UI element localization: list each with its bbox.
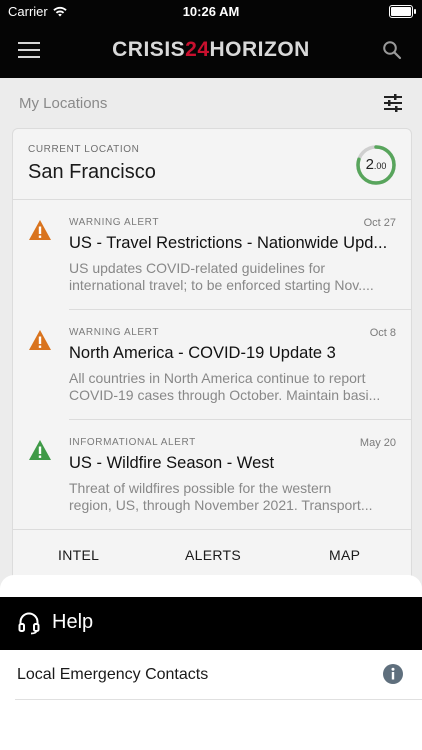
location-card[interactable]: CURRENT LOCATION San Francisco 2.00 WARN… (12, 128, 412, 598)
alert-title: US - Travel Restrictions - Nationwide Up… (69, 234, 388, 252)
clock: 10:26 AM (182, 4, 240, 19)
card-tab-bar: INTEL ALERTS MAP (13, 529, 411, 580)
logo-text-number: 24 (185, 38, 210, 61)
tab-map[interactable]: MAP (329, 547, 360, 563)
main-content: My Locations CURRENT LOCATION San Franci… (0, 78, 422, 598)
alert-title: US - Wildfire Season - West (69, 454, 275, 472)
alert-item[interactable]: INFORMATIONAL ALERT May 20 US - Wildfire… (13, 419, 411, 529)
alert-title: North America - COVID-19 Update 3 (69, 344, 336, 362)
help-button[interactable]: Help (0, 597, 422, 650)
battery-icon (389, 5, 416, 18)
info-icon[interactable] (382, 663, 404, 685)
current-location-city: San Francisco (28, 161, 156, 183)
warning-icon (29, 220, 51, 240)
crisis24-horizon-logo: CRISIS24HORIZON (0, 38, 422, 62)
alert-summary: All countries in North America continue … (69, 370, 381, 403)
help-label: Help (52, 611, 94, 633)
alert-type: WARNING ALERT (69, 327, 160, 338)
warning-icon (29, 330, 51, 350)
tab-intel[interactable]: INTEL (58, 547, 99, 563)
bottom-sheet: Help Local Emergency Contacts (0, 575, 422, 750)
local-emergency-contacts-item[interactable]: Local Emergency Contacts (0, 650, 422, 700)
alert-summary: US updates COVID-related guidelines for i… (69, 260, 374, 293)
alert-date: Oct 27 (363, 217, 396, 229)
risk-level-decimal: .00 (373, 161, 387, 171)
local-emergency-contacts-label: Local Emergency Contacts (17, 666, 209, 683)
logo-text-horizon: HORIZON (209, 38, 310, 61)
info-triangle-icon (29, 440, 51, 460)
search-icon[interactable] (382, 40, 402, 60)
risk-level-whole: 2 (365, 156, 374, 173)
filter-sliders-icon[interactable] (382, 92, 404, 114)
alert-type: WARNING ALERT (69, 217, 160, 228)
status-bar: Carrier 10:26 AM (0, 0, 422, 26)
alert-item[interactable]: WARNING ALERT Oct 27 US - Travel Restric… (13, 199, 411, 309)
current-location-label: CURRENT LOCATION (28, 144, 140, 155)
alert-item[interactable]: WARNING ALERT Oct 8 North America - COVI… (13, 309, 411, 419)
headset-icon (18, 612, 40, 635)
my-locations-label: My Locations (19, 95, 108, 112)
alert-date: Oct 8 (369, 327, 396, 339)
risk-level-value: 2.00 (355, 144, 397, 186)
risk-level-ring: 2.00 (355, 144, 397, 186)
logo-text-crisis: CRISIS (112, 38, 186, 61)
alert-type: INFORMATIONAL ALERT (69, 437, 196, 448)
app-header: CRISIS24HORIZON (0, 26, 422, 78)
tab-alerts[interactable]: ALERTS (185, 547, 241, 563)
alert-date: May 20 (359, 437, 396, 449)
alert-summary: Threat of wildfires possible for the wes… (69, 480, 373, 513)
